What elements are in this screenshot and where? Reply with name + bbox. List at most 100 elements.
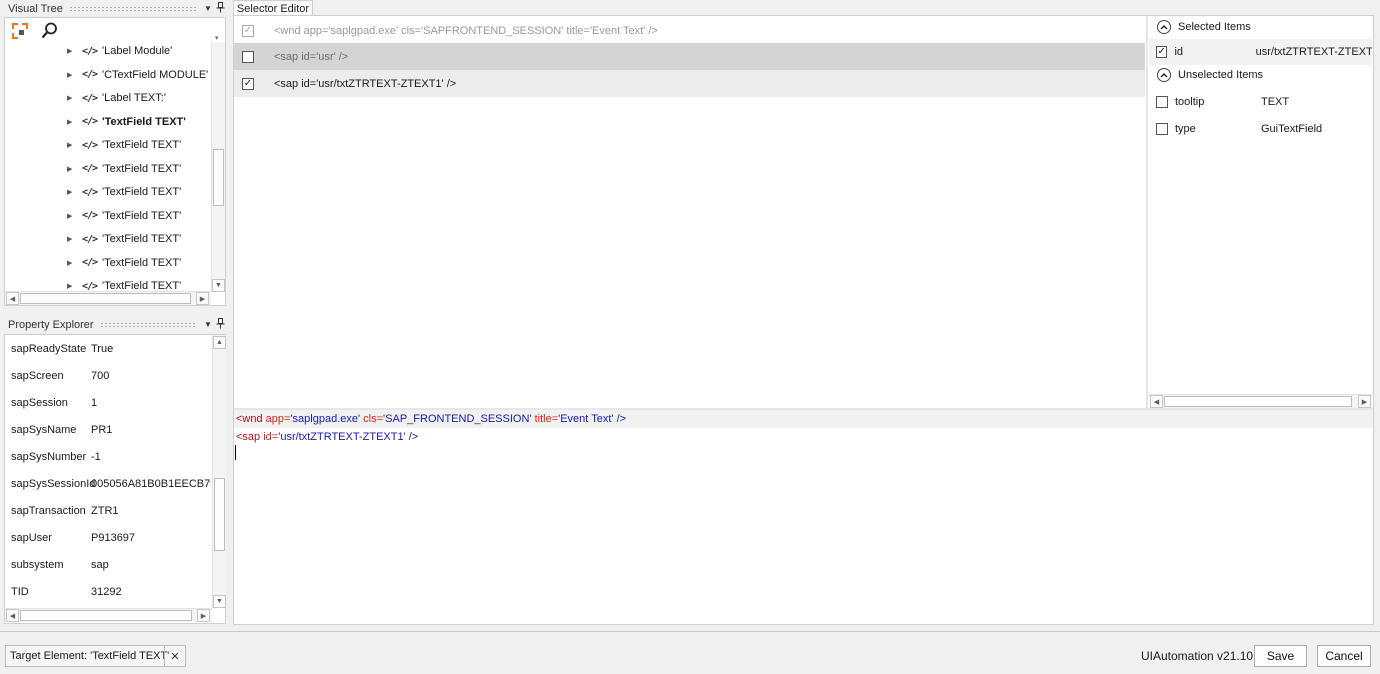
expand-icon[interactable]: ▶ — [67, 259, 77, 267]
tree-item[interactable]: ▶ </> 'TextField TEXT' — [5, 158, 181, 180]
property-row[interactable]: sapSysName PR1 — [11, 416, 212, 443]
attribute-checkbox[interactable] — [1156, 123, 1168, 135]
tree-item[interactable]: ▶ </> 'CTextField MODULE' — [5, 64, 208, 86]
expand-icon[interactable]: ▶ — [67, 212, 77, 220]
expand-icon[interactable]: ▶ — [67, 282, 77, 290]
property-row[interactable]: sapScreen 700 — [11, 362, 212, 389]
property-row[interactable]: TID 31292 — [11, 578, 212, 605]
scroll-left-icon[interactable]: ◀ — [6, 609, 19, 622]
scroll-thumb[interactable] — [214, 478, 225, 551]
scroll-right-icon[interactable]: ▶ — [1358, 395, 1371, 408]
attribute-row[interactable]: tooltip TEXT — [1149, 89, 1372, 115]
xml-attr: app= — [265, 413, 291, 425]
scroll-up-icon[interactable]: ▲ — [213, 336, 226, 349]
node-checkbox[interactable] — [242, 50, 254, 63]
pin-icon[interactable] — [214, 318, 226, 331]
property-value: 31292 — [91, 585, 122, 598]
attributes-hscroll[interactable]: ◀ ▶ — [1149, 394, 1372, 408]
tree-item-label: 'Label TEXT:' — [102, 92, 166, 104]
xml-value: 'saplgpad.exe' — [290, 413, 361, 425]
property-row[interactable]: sapReadyState True — [11, 335, 212, 362]
save-button[interactable]: Save — [1254, 645, 1307, 667]
scroll-down-icon[interactable]: ▼ — [212, 279, 225, 292]
toolbar-overflow-icon[interactable]: ▾ — [215, 34, 219, 42]
expand-icon[interactable]: ▶ — [67, 188, 77, 196]
scroll-right-icon[interactable]: ▶ — [197, 609, 210, 622]
property-value: 700 — [91, 369, 110, 382]
property-row[interactable]: sapSysSessionId 005056A81B0B1EECB79B — [11, 470, 211, 497]
scroll-thumb[interactable] — [20, 293, 191, 304]
code-element-icon: </> — [82, 116, 98, 127]
selector-node-row[interactable]: ✓ <wnd app='saplgpad.exe' cls='SAPFRONTE… — [234, 17, 1145, 44]
panel-grip[interactable] — [99, 322, 196, 327]
search-icon[interactable] — [41, 22, 58, 42]
visual-tree-vscroll[interactable]: ▼ — [211, 42, 225, 292]
expand-icon[interactable]: ▶ — [67, 165, 77, 173]
attribute-value[interactable]: usr/txtZTRTEXT-ZTEXT1 — [1256, 46, 1372, 58]
property-explorer-vscroll[interactable]: ▲ ▼ — [212, 335, 226, 608]
scroll-down-icon[interactable]: ▼ — [213, 595, 226, 608]
property-explorer-hscroll[interactable]: ◀ ▶ — [5, 608, 212, 622]
target-element-chip[interactable]: Target Element: 'TextField TEXT' ✕ — [5, 645, 186, 667]
tree-item[interactable]: ▶ </> 'TextField TEXT' — [5, 275, 181, 290]
selector-node-text: <sap id='usr/txtZTRTEXT-ZTEXT1' /> — [274, 77, 457, 90]
scroll-left-icon[interactable]: ◀ — [1150, 395, 1163, 408]
property-row[interactable]: subsystem sap — [11, 551, 212, 578]
tree-item-selected[interactable]: ▶ </> 'TextField TEXT' — [5, 110, 191, 133]
attribute-row-selected[interactable]: ✓ id usr/txtZTRTEXT-ZTEXT1 — [1149, 39, 1372, 65]
selector-node-text: <wnd app='saplgpad.exe' cls='SAPFRONTEND… — [274, 24, 658, 37]
tab-selector-editor[interactable]: Selector Editor — [233, 0, 313, 16]
code-element-icon: </> — [82, 186, 98, 198]
tree-item[interactable]: ▶ </> 'TextField TEXT' — [5, 134, 181, 156]
collapse-icon[interactable] — [1157, 20, 1171, 34]
property-row[interactable]: sapSession 1 — [11, 389, 212, 416]
expand-icon[interactable]: ▶ — [67, 71, 77, 79]
dropdown-icon[interactable]: ▼ — [202, 4, 214, 13]
scroll-thumb[interactable] — [1164, 396, 1352, 407]
property-row[interactable]: sapSysNumber -1 — [11, 443, 212, 470]
scroll-right-icon[interactable]: ▶ — [196, 292, 209, 305]
selector-node-text: <sap id='usr' /> — [274, 50, 349, 63]
panel-grip[interactable] — [68, 6, 196, 11]
cancel-button[interactable]: Cancel — [1317, 645, 1371, 667]
selector-node-row[interactable]: <sap id='usr' /> — [234, 43, 1145, 70]
expand-icon[interactable]: ▶ — [67, 94, 77, 102]
tree-item-label: 'TextField TEXT' — [102, 162, 182, 175]
tree-item[interactable]: ▶ </> 'TextField TEXT' — [5, 181, 181, 203]
unselected-items-header[interactable]: Unselected Items — [1149, 64, 1372, 86]
property-row[interactable]: sapUser P913697 — [11, 524, 212, 551]
expand-icon[interactable]: ▶ — [67, 141, 77, 149]
attribute-row[interactable]: type GuiTextField — [1149, 116, 1372, 142]
property-value: 005056A81B0B1EECB79B — [91, 477, 211, 490]
visual-tree-hscroll[interactable]: ◀ ▶ — [5, 291, 211, 305]
tree-item[interactable]: ▶ </> 'Label TEXT:' — [5, 87, 166, 109]
xml-value: 'SAP_FRONTEND_SESSION' — [383, 413, 532, 425]
attribute-value[interactable]: TEXT — [1261, 96, 1289, 108]
splitter[interactable] — [1146, 16, 1148, 408]
attribute-value[interactable]: GuiTextField — [1261, 123, 1322, 135]
dropdown-icon[interactable]: ▼ — [202, 320, 214, 329]
selected-items-header[interactable]: Selected Items — [1149, 16, 1372, 38]
visual-tree-header: Visual Tree ▼ — [4, 0, 226, 17]
selector-node-row[interactable]: ✓ <sap id='usr/txtZTRTEXT-ZTEXT1' /> — [234, 70, 1145, 97]
property-row[interactable]: sapTransaction ZTR1 — [11, 497, 212, 524]
tree-item[interactable]: ▶ </> 'TextField TEXT' — [5, 205, 181, 227]
expand-icon[interactable]: ▶ — [67, 47, 77, 55]
scroll-thumb[interactable] — [213, 149, 224, 206]
pin-icon[interactable] — [214, 2, 226, 15]
tree-item[interactable]: ▶ </> 'TextField TEXT' — [5, 252, 181, 274]
expand-icon[interactable]: ▶ — [67, 118, 77, 126]
property-value: True — [91, 342, 114, 355]
scroll-left-icon[interactable]: ◀ — [6, 292, 19, 305]
scroll-thumb[interactable] — [20, 610, 192, 621]
attribute-checkbox[interactable]: ✓ — [1156, 46, 1168, 58]
collapse-icon[interactable] — [1157, 68, 1171, 82]
expand-icon[interactable]: ▶ — [67, 235, 77, 243]
xml-editor[interactable]: <wnd app='saplgpad.exe' cls= 'SAP_FRONTEN… — [234, 410, 1373, 624]
node-checkbox[interactable]: ✓ — [242, 77, 254, 90]
tree-item-label: 'CTextField MODULE' — [102, 68, 209, 81]
tree-item[interactable]: ▶ </> 'Label Module' — [5, 40, 172, 62]
tree-item[interactable]: ▶ </> 'TextField TEXT' — [5, 228, 181, 250]
close-icon[interactable]: ✕ — [164, 646, 185, 666]
attribute-checkbox[interactable] — [1156, 96, 1168, 108]
